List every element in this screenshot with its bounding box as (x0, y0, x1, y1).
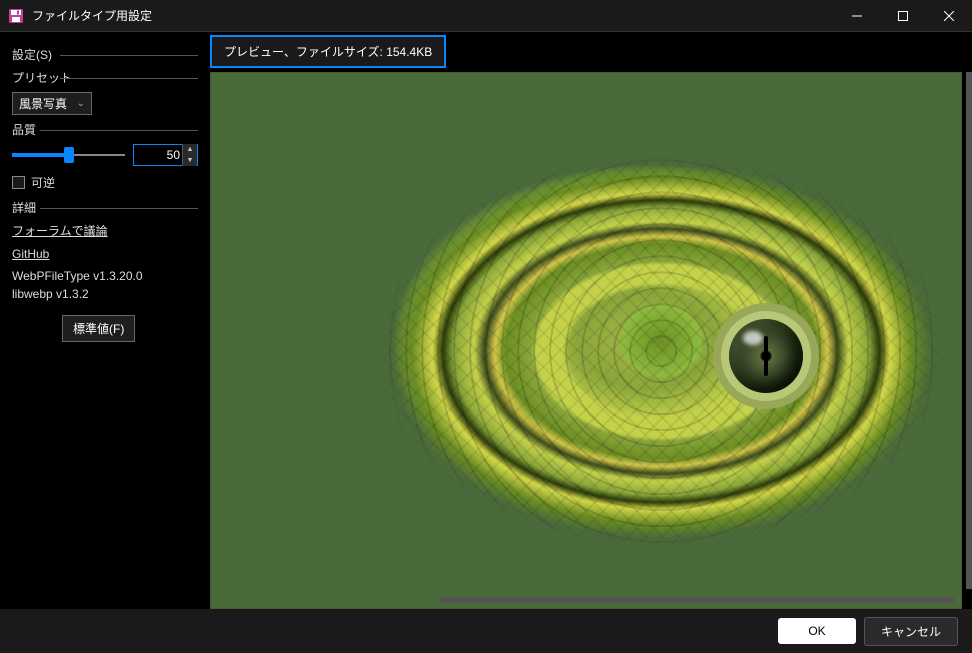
settings-sidebar: 設定(S) プリセット 風景写真 ⌄ 品質 50 ▲ ▼ 可逆 (0, 32, 210, 609)
plugin-version: WebPFileType v1.3.20.0 (12, 269, 198, 283)
lossless-checkbox[interactable] (12, 176, 25, 189)
spin-buttons: ▲ ▼ (182, 144, 197, 166)
maximize-button[interactable] (880, 0, 926, 32)
lossless-label: 可逆 (31, 174, 55, 191)
window-title: ファイルタイプ用設定 (32, 7, 834, 24)
preview-canvas[interactable] (210, 72, 962, 609)
github-link[interactable]: GitHub (12, 247, 198, 261)
preset-label: プリセット (12, 69, 198, 86)
chevron-down-icon: ⌄ (77, 98, 85, 109)
filesize-tooltip: プレビュー、ファイルサイズ: 154.4KB (210, 35, 446, 68)
quality-spinbox[interactable]: 50 ▲ ▼ (133, 144, 198, 166)
preview-pane: プレビュー、ファイルサイズ: 154.4KB (210, 32, 972, 609)
save-icon (8, 8, 24, 24)
horizontal-scrollbar[interactable] (440, 597, 954, 603)
cancel-button[interactable]: キャンセル (864, 617, 958, 646)
defaults-button[interactable]: 標準値(F) (62, 315, 135, 342)
details-label: 詳細 (12, 199, 198, 216)
spin-down-button[interactable]: ▼ (183, 155, 197, 166)
vertical-scrollbar[interactable] (966, 72, 972, 589)
lossless-row: 可逆 (12, 174, 198, 191)
preview-image-detail (729, 319, 803, 393)
slider-thumb[interactable] (64, 147, 74, 163)
settings-header: 設定(S) (12, 46, 198, 63)
main-area: 設定(S) プリセット 風景写真 ⌄ 品質 50 ▲ ▼ 可逆 (0, 32, 972, 609)
spin-up-button[interactable]: ▲ (183, 144, 197, 155)
preview-image-texture (210, 72, 962, 609)
libwebp-version: libwebp v1.3.2 (12, 287, 198, 301)
window-controls (834, 0, 972, 32)
preset-value: 風景写真 (19, 95, 67, 112)
quality-row: 50 ▲ ▼ (12, 144, 198, 166)
quality-value: 50 (138, 148, 182, 162)
minimize-button[interactable] (834, 0, 880, 32)
close-button[interactable] (926, 0, 972, 32)
dialog-footer: OK キャンセル (0, 609, 972, 653)
slider-fill (12, 153, 69, 157)
ok-button[interactable]: OK (778, 618, 856, 644)
quality-slider[interactable] (12, 145, 125, 165)
forum-link[interactable]: フォーラムで議論 (12, 222, 198, 239)
quality-label: 品質 (12, 121, 198, 138)
title-bar: ファイルタイプ用設定 (0, 0, 972, 32)
preset-combobox[interactable]: 風景写真 ⌄ (12, 92, 92, 115)
